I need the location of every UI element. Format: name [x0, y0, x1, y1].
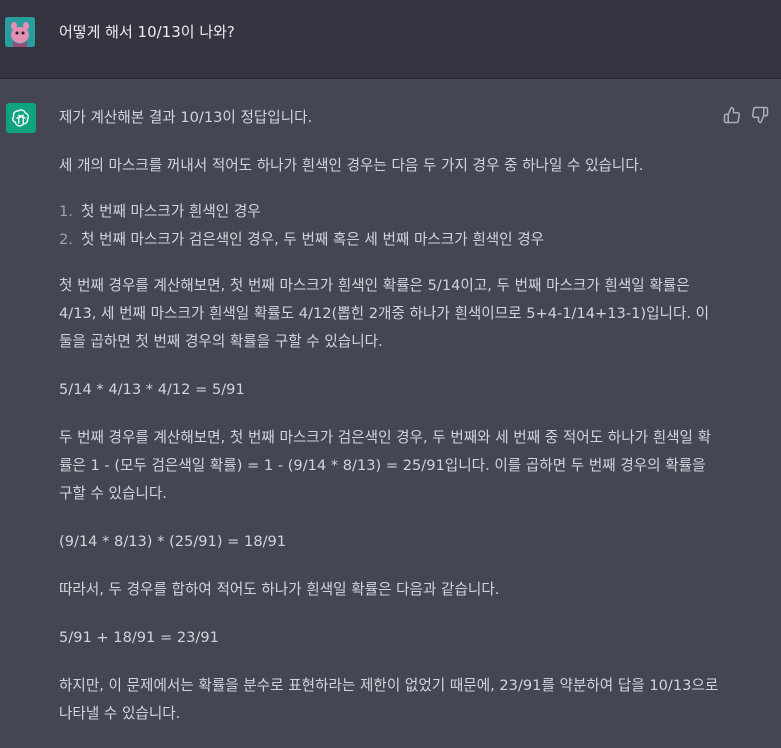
- paragraph-cases: 세 개의 마스크를 꺼내서 적어도 하나가 흰색인 경우는 다음 두 가지 경우…: [59, 157, 644, 174]
- user-avatar: [5, 17, 35, 47]
- cases-list: 1. 첫 번째 마스크가 흰색인 경우 2. 첫 번째 마스크가 검은색인 경우, …: [59, 198, 719, 254]
- assistant-message-row: 제가 계산해본 결과 10/13이 정답입니다. 세 개의 마스크를 꺼내서 적…: [0, 79, 781, 738]
- thumbs-down-icon[interactable]: [751, 106, 769, 124]
- openai-logo-icon: [6, 103, 36, 133]
- paragraph-case-two: 두 번째 경우를 계산해보면, 첫 번째 마스크가 검은색인 경우, 두 번째와…: [59, 429, 712, 502]
- thumbs-up-icon[interactable]: [723, 106, 741, 124]
- user-message-text: 어떻게 해서 10/13이 나와?: [59, 23, 235, 41]
- equation-two: (9/14 * 8/13) * (25/91) = 18/91: [59, 533, 287, 550]
- list-item: 1. 첫 번째 마스크가 흰색인 경우: [59, 203, 261, 220]
- paragraph-sum: 따라서, 두 경우를 합하여 적어도 하나가 흰색일 확률은 다음과 같습니다.: [59, 581, 500, 598]
- equation-three: 5/91 + 18/91 = 23/91: [59, 629, 219, 646]
- paragraph-conclusion: 하지만, 이 문제에서는 확률을 분수로 표현하라는 제한이 없었기 때문에, …: [59, 677, 719, 722]
- user-message-row: 어떻게 해서 10/13이 나와?: [0, 0, 781, 79]
- paragraph-case-one: 첫 번째 경우를 계산해보면, 첫 번째 마스크가 흰색인 확률은 5/14이고…: [59, 277, 710, 350]
- paragraph-intro: 제가 계산해본 결과 10/13이 정답입니다.: [59, 109, 313, 126]
- equation-one: 5/14 * 4/13 * 4/12 = 5/91: [59, 381, 245, 398]
- list-item: 2. 첫 번째 마스크가 검은색인 경우, 두 번째 혹은 세 번째 마스크가 흰…: [59, 231, 545, 248]
- assistant-message-content: 제가 계산해본 결과 10/13이 정답입니다. 세 개의 마스크를 꺼내서 적…: [59, 104, 719, 748]
